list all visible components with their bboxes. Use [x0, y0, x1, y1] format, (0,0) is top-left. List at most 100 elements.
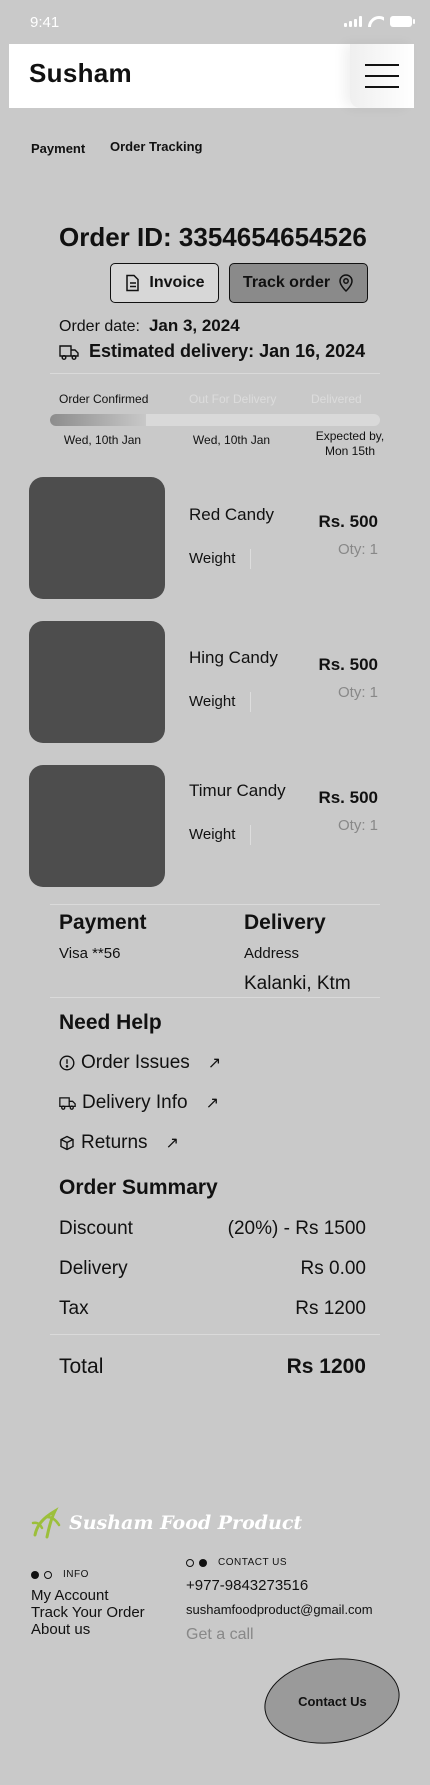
product-image[interactable]	[29, 477, 165, 599]
order-id: Order ID: 3354654654526	[59, 222, 367, 252]
invoice-label: Invoice	[149, 274, 205, 291]
payment-title: Payment	[59, 911, 147, 934]
product-name: Timur Candy	[189, 781, 286, 800]
menu-icon	[365, 64, 399, 66]
app-header: Susham	[9, 44, 414, 108]
divider	[50, 904, 380, 905]
step-out-for-delivery: Out For Delivery	[189, 392, 277, 406]
invoice-button[interactable]: Invoice	[110, 263, 219, 303]
total-value: Rs 1200	[286, 1355, 366, 1378]
contact-us-label: Contact Us	[297, 1693, 367, 1709]
brand-title: Susham	[29, 58, 132, 88]
product-price: Rs. 500	[318, 788, 378, 807]
document-icon	[126, 274, 140, 292]
product-weight-label: Weight	[189, 826, 236, 843]
tracking-progress-bar	[50, 414, 380, 426]
get-a-call-link[interactable]: Get a call	[186, 1626, 254, 1644]
product-price: Rs. 500	[318, 512, 378, 531]
footer-link-track-order[interactable]: Track Your Order	[31, 1604, 145, 1621]
alert-circle-icon	[59, 1055, 75, 1071]
weight-separator	[250, 825, 251, 845]
truck-icon	[59, 344, 79, 360]
summary-row-tax: Tax Rs 1200	[59, 1298, 366, 1320]
product-quantity: Oty: 1	[337, 817, 378, 834]
product-name: Hing Candy	[189, 648, 278, 667]
contact-us-button[interactable]: Contact Us	[258, 1649, 406, 1753]
step-order-confirmed: Order Confirmed	[59, 392, 149, 406]
order-date-label: Order date:	[59, 318, 140, 335]
estimated-delivery: Estimated delivery: Jan 16, 2024	[59, 341, 365, 362]
footer-link-my-account[interactable]: My Account	[31, 1587, 109, 1604]
signal-icon	[344, 16, 362, 27]
weight-separator	[250, 692, 251, 712]
estimated-delivery-text: Estimated delivery: Jan 16, 2024	[89, 341, 366, 361]
info-label-text: INFO	[63, 1569, 89, 1580]
expected-date: Mon 15th	[324, 444, 376, 458]
contact-label-text: CONTACT US	[218, 1557, 288, 1568]
summary-value: Rs 0.00	[300, 1258, 366, 1279]
order-date: Order date: Jan 3, 2024	[59, 316, 240, 336]
summary-row-discount: Discount (20%) - Rs 1500	[59, 1218, 366, 1240]
truck-icon	[59, 1097, 76, 1110]
summary-total: Total Rs 1200	[59, 1355, 366, 1379]
dot-outline-icon	[186, 1558, 194, 1567]
help-returns[interactable]: Returns ↗	[59, 1132, 179, 1154]
payment-method: Visa **56	[59, 945, 121, 962]
help-order-issues-label: Order Issues	[81, 1052, 190, 1073]
divider	[50, 1334, 380, 1335]
tab-order-tracking[interactable]: Order Tracking	[110, 139, 202, 154]
tracking-progress-fill	[50, 414, 146, 426]
order-date-value: Jan 3, 2024	[148, 316, 240, 335]
arrow-up-right-icon: ↗	[165, 1135, 179, 1152]
help-delivery-info-label: Delivery Info	[82, 1092, 188, 1113]
order-summary-title: Order Summary	[59, 1176, 218, 1199]
logo-text: Susham Food Product	[69, 1512, 303, 1534]
summary-label: Delivery	[59, 1258, 128, 1279]
summary-label: Tax	[59, 1298, 89, 1319]
dot-filled-icon	[199, 1558, 207, 1567]
delivery-address: Kalanki, Ktm	[244, 973, 351, 994]
track-order-label: Track order	[242, 274, 331, 291]
product-quantity: Oty: 1	[337, 684, 378, 701]
leaf-logo-icon	[31, 1507, 61, 1539]
footer-email[interactable]: sushamfoodproduct@gmail.com	[186, 1602, 373, 1617]
delivery-title: Delivery	[244, 911, 326, 934]
product-image[interactable]	[29, 621, 165, 743]
dot-outline-icon	[44, 1570, 52, 1579]
step-date-out-for-delivery: Wed, 10th Jan	[192, 433, 271, 447]
product-image[interactable]	[29, 765, 165, 887]
weight-separator	[250, 549, 251, 569]
help-order-issues[interactable]: Order Issues ↗	[59, 1052, 221, 1074]
status-time: 9:41	[30, 14, 60, 31]
help-returns-label: Returns	[81, 1132, 148, 1153]
footer-phone[interactable]: +977-9843273516	[186, 1577, 308, 1594]
divider	[50, 373, 380, 374]
total-label: Total	[59, 1355, 104, 1378]
need-help-title: Need Help	[59, 1011, 162, 1034]
location-pin-icon	[339, 274, 353, 292]
status-icons	[344, 16, 415, 27]
summary-row-delivery: Delivery Rs 0.00	[59, 1258, 366, 1280]
menu-button[interactable]	[350, 44, 414, 108]
step-date-confirmed: Wed, 10th Jan	[63, 433, 142, 447]
help-delivery-info[interactable]: Delivery Info ↗	[59, 1092, 219, 1114]
step-date-expected: Expected by, Mon 15th	[305, 429, 395, 459]
package-icon	[60, 1135, 74, 1151]
footer-contact-label: CONTACT US	[186, 1557, 287, 1568]
battery-icon	[390, 16, 415, 27]
arrow-up-right-icon: ↗	[205, 1095, 220, 1112]
product-quantity: Oty: 1	[337, 541, 378, 558]
footer-link-about-us[interactable]: About us	[31, 1621, 90, 1638]
footer-logo[interactable]: Susham Food Product	[29, 1505, 302, 1541]
summary-label: Discount	[59, 1218, 133, 1239]
summary-value: (20%) - Rs 1500	[227, 1218, 366, 1239]
footer-info-label: INFO	[31, 1569, 89, 1580]
dot-filled-icon	[31, 1570, 39, 1579]
delivery-address-label: Address	[244, 945, 300, 962]
track-order-button[interactable]: Track order	[229, 263, 368, 303]
product-name: Red Candy	[189, 505, 275, 524]
product-weight-label: Weight	[189, 550, 236, 567]
tab-payment[interactable]: Payment	[31, 141, 85, 156]
expected-label: Expected by,	[315, 429, 385, 443]
arrow-up-right-icon: ↗	[207, 1055, 222, 1072]
